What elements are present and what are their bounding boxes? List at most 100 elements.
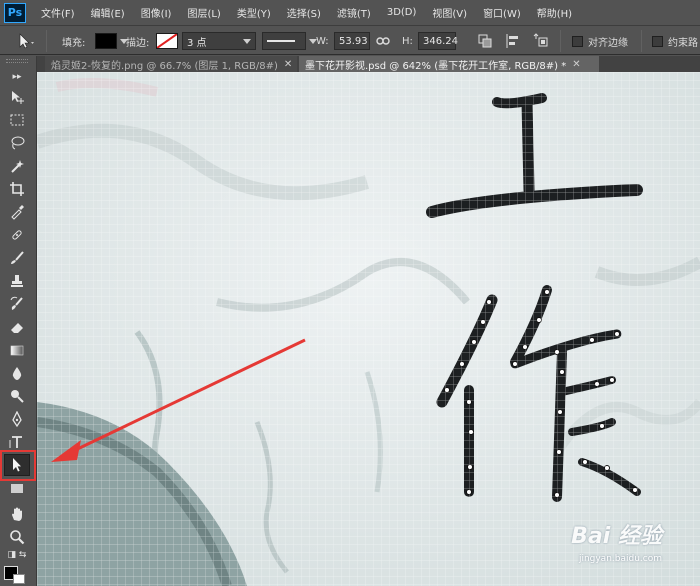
reset-colors-button[interactable]: ◨ ⇆ xyxy=(4,548,30,562)
height-value: 346.24 xyxy=(423,35,458,47)
lasso-tool[interactable] xyxy=(4,132,30,154)
gradient-tool[interactable] xyxy=(4,339,30,361)
menu-type[interactable]: 类型(Y) xyxy=(232,5,276,20)
tab-document-1[interactable]: 焰灵姬2-恢复的.png @ 66.7% (图层 1, RGB/8#) ✕ xyxy=(45,56,297,72)
align-edges-label: 对齐边缘 xyxy=(588,37,628,49)
baidu-watermark: Bai 经验 xyxy=(571,518,662,550)
fill-color-picker[interactable] xyxy=(95,26,128,56)
move-tool[interactable] xyxy=(4,86,30,108)
fill-swatch xyxy=(95,33,117,49)
align-edges-checkbox[interactable]: 对齐边缘 xyxy=(572,26,628,56)
path-arrangement-icon xyxy=(533,33,548,47)
dodge-icon xyxy=(11,390,24,403)
magic-wand-icon xyxy=(11,160,24,173)
healing-brush-icon xyxy=(12,230,22,240)
hand-tool[interactable] xyxy=(4,503,30,525)
height-label: H: xyxy=(402,35,413,47)
menu-edit[interactable]: 编辑(E) xyxy=(86,5,130,20)
document-canvas[interactable]: Bai 经验 jingyan.baidu.com xyxy=(37,72,700,586)
menu-image[interactable]: 图像(I) xyxy=(136,5,177,20)
brush-icon xyxy=(11,251,24,264)
quick-select-tool[interactable] xyxy=(4,155,30,177)
tab-document-2[interactable]: 墨下花开影视.psd @ 642% (墨下花开工作室, RGB/8#) * ✕ xyxy=(299,56,599,72)
width-label: W: xyxy=(316,35,329,47)
tools-panel: ▸▸ ◨ ⇆ xyxy=(0,56,37,586)
rectangle-icon xyxy=(11,484,23,493)
crop-icon xyxy=(10,182,24,196)
drop-icon xyxy=(12,367,22,380)
lasso-icon xyxy=(11,136,25,150)
stroke-line-preview xyxy=(267,40,295,42)
collapse-toolbar-button[interactable]: ▸▸ xyxy=(4,66,30,88)
height-input[interactable]: 346.24 xyxy=(418,26,458,56)
menu-view[interactable]: 视图(V) xyxy=(427,5,472,20)
constrain-path-checkbox[interactable]: 约束路 xyxy=(652,26,698,56)
menu-select[interactable]: 选择(S) xyxy=(282,5,326,20)
double-arrow-icon: ▸▸ xyxy=(12,72,22,82)
width-input[interactable]: 53.93 xyxy=(334,26,370,56)
menu-help[interactable]: 帮助(H) xyxy=(532,5,577,20)
menu-window[interactable]: 窗口(W) xyxy=(478,5,526,20)
pen-tool[interactable] xyxy=(4,408,30,430)
crop-tool[interactable] xyxy=(4,178,30,200)
path-arrangement-button[interactable] xyxy=(532,26,550,56)
marquee-tool[interactable] xyxy=(4,109,30,131)
document-tabs: 焰灵姬2-恢复的.png @ 66.7% (图层 1, RGB/8#) ✕ 墨下… xyxy=(37,56,700,72)
history-brush-tool[interactable] xyxy=(4,293,30,315)
stroke-type-dropdown[interactable] xyxy=(262,26,317,56)
panel-grip[interactable] xyxy=(6,59,28,63)
menu-layer[interactable]: 图层(L) xyxy=(182,5,225,20)
stroke-size-value: 3 点 xyxy=(187,37,207,49)
hand-icon xyxy=(12,507,22,521)
path-operations-icon xyxy=(478,34,492,48)
photoshop-logo: Ps xyxy=(4,2,26,23)
healing-brush-tool[interactable] xyxy=(4,224,30,246)
path-operations-button[interactable] xyxy=(477,26,493,56)
blur-tool[interactable] xyxy=(4,362,30,384)
gradient-icon xyxy=(10,345,24,356)
clone-stamp-tool[interactable] xyxy=(4,270,30,292)
chevron-down-icon xyxy=(243,38,251,44)
eraser-icon xyxy=(11,323,23,333)
stroke-label: 描边: xyxy=(126,37,150,49)
menu-3d[interactable]: 3D(D) xyxy=(382,7,422,18)
checkbox xyxy=(572,35,583,47)
checkbox xyxy=(652,35,663,47)
menu-filter[interactable]: 滤镜(T) xyxy=(332,5,376,20)
close-icon[interactable]: ✕ xyxy=(572,59,580,70)
swap-colors-icon: ◨ ⇆ xyxy=(7,550,27,560)
path-alignment-button[interactable] xyxy=(505,26,521,56)
canvas-artwork xyxy=(37,72,700,586)
link-icon xyxy=(376,37,390,45)
close-icon[interactable]: ✕ xyxy=(284,59,292,70)
menu-file[interactable]: 文件(F) xyxy=(36,5,80,20)
eyedropper-tool[interactable] xyxy=(4,201,30,223)
fill-label: 填充: xyxy=(62,37,86,49)
dodge-tool[interactable] xyxy=(4,385,30,407)
zoom-tool[interactable] xyxy=(4,526,30,548)
tab-label: 墨下花开影视.psd @ 642% (墨下花开工作室, RGB/8#) * xyxy=(305,60,567,72)
width-value: 53.93 xyxy=(339,35,368,47)
zoom-icon xyxy=(10,530,25,545)
marquee-icon xyxy=(10,114,24,126)
eraser-tool[interactable] xyxy=(4,316,30,338)
link-dimensions-button[interactable] xyxy=(376,26,390,56)
options-bar: 填充: 描边: 3 点 W: 53.93 H: 346.24 对齐边缘 约束路 xyxy=(0,25,700,55)
stroke-color-picker[interactable] xyxy=(156,26,178,56)
watermark-url: jingyan.baidu.com xyxy=(578,554,662,564)
eyedropper-icon xyxy=(11,205,24,220)
pen-icon xyxy=(12,411,22,427)
stroke-size-dropdown[interactable]: 3 点 xyxy=(182,26,256,56)
history-brush-icon xyxy=(10,296,23,310)
stroke-swatch xyxy=(156,33,178,49)
brush-tool[interactable] xyxy=(4,247,30,269)
tool-preset-picker[interactable] xyxy=(16,26,36,56)
background-color-swatch[interactable] xyxy=(13,574,25,584)
path-selection-icon xyxy=(19,33,34,49)
menu-bar: Ps 文件(F) 编辑(E) 图像(I) 图层(L) 类型(Y) 选择(S) 滤… xyxy=(0,0,700,25)
move-icon xyxy=(12,91,24,104)
type-icon xyxy=(9,436,22,448)
tool-highlight-box xyxy=(0,450,36,481)
constrain-label: 约束路 xyxy=(668,37,698,49)
path-alignment-icon xyxy=(506,34,518,48)
